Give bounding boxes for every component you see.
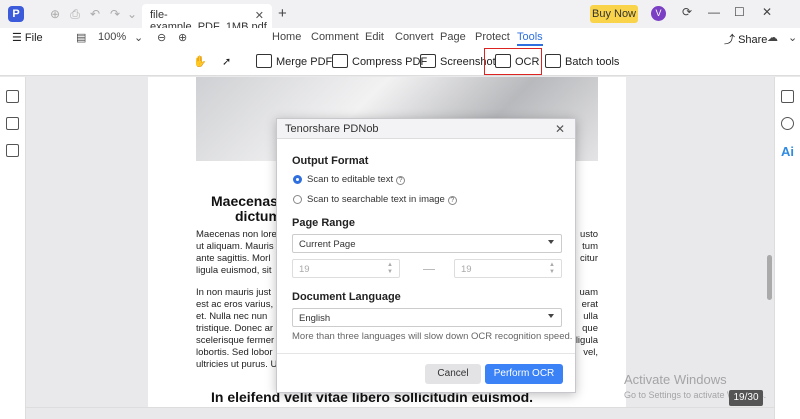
chevron-down-icon <box>548 314 554 318</box>
doc-text-line: lobortis. Sed lobor <box>196 347 273 358</box>
search-icon[interactable] <box>781 117 794 130</box>
radio-searchable-text[interactable] <box>293 195 302 204</box>
avatar[interactable]: V <box>651 6 666 21</box>
zoom-in-icon[interactable]: ⊕ <box>178 31 187 44</box>
radio-editable-text[interactable] <box>293 175 302 184</box>
stepper-icon[interactable]: ▲ ▼ <box>387 262 393 276</box>
comment-icon[interactable] <box>6 144 19 157</box>
doc-text-line: citur <box>580 253 598 264</box>
document-tab[interactable]: file-example_PDF_1MB.pdf ✕ <box>142 4 272 33</box>
tab-home[interactable]: Home <box>272 31 301 43</box>
chevron-down-icon <box>548 240 554 244</box>
file-menu[interactable]: ☰ File <box>12 31 43 44</box>
status-bar <box>26 407 774 419</box>
tab-convert[interactable]: Convert <box>395 31 434 43</box>
doc-heading: Maecenas <box>211 193 278 209</box>
doc-text-line: scelerisque fermer <box>196 335 275 346</box>
activation-watermark: Activate Windows <box>624 372 727 387</box>
ai-icon[interactable]: Ai <box>781 144 794 159</box>
buy-now-button[interactable]: Buy Now <box>590 5 638 23</box>
doc-text-line: est ac eros varius, <box>196 299 274 310</box>
close-icon[interactable]: ✕ <box>255 9 264 22</box>
thumbnail-icon[interactable] <box>6 90 19 103</box>
menu-bar: ☰ File ▤ 100% ⌄ ⊖ ⊕ Home Comment Edit Co… <box>0 28 800 48</box>
tab-edit[interactable]: Edit <box>365 31 384 43</box>
print-icon[interactable]: ⎙ <box>68 7 82 21</box>
right-sidebar: Ai <box>774 77 800 419</box>
zoom-out-icon[interactable]: ⊖ <box>157 31 166 44</box>
app-logo-icon: P <box>8 6 24 22</box>
share-button[interactable]: ⤴ Share <box>724 31 767 47</box>
option-editable-label[interactable]: Scan to editable text? <box>307 174 406 185</box>
properties-icon[interactable] <box>781 90 794 103</box>
close-window-icon[interactable]: ✕ <box>762 5 772 19</box>
compress-pdf-button[interactable]: Compress PDF <box>332 52 427 72</box>
scrollbar[interactable] <box>767 255 772 300</box>
doc-text-line: ultricies ut purus. U <box>196 359 278 370</box>
add-tab-icon[interactable]: + <box>278 5 287 22</box>
perform-ocr-button[interactable]: Perform OCR <box>485 364 563 384</box>
chevron-down-icon[interactable]: ⌄ <box>788 31 797 44</box>
from-page-input[interactable]: 19 ▲ ▼ <box>292 259 400 278</box>
cancel-button[interactable]: Cancel <box>425 364 481 384</box>
tab-protect[interactable]: Protect <box>475 31 510 43</box>
merge-icon <box>256 54 272 68</box>
bookmark-icon[interactable] <box>6 117 19 130</box>
left-sidebar <box>0 77 26 419</box>
maximize-icon[interactable]: ☐ <box>734 5 745 19</box>
chevron-down-icon[interactable]: ⌄ <box>125 7 139 21</box>
page-range-select[interactable]: Current Page <box>292 234 562 253</box>
doc-text-line: In non mauris just <box>196 287 271 298</box>
help-icon[interactable]: ? <box>447 196 457 205</box>
headset-icon[interactable]: ⟳ <box>682 5 692 19</box>
output-format-label: Output Format <box>292 155 369 167</box>
cloud-icon[interactable]: ☁ <box>767 31 778 44</box>
compress-icon <box>332 54 348 68</box>
tab-page[interactable]: Page <box>440 31 466 43</box>
undo-icon[interactable]: ↶ <box>88 7 102 21</box>
zoom-select[interactable]: 100% <box>98 31 126 43</box>
tab-tools[interactable]: Tools <box>517 31 543 46</box>
language-select[interactable]: English <box>292 308 562 327</box>
merge-pdf-button[interactable]: Merge PDF <box>256 52 332 72</box>
close-icon[interactable]: ✕ <box>555 122 565 136</box>
doc-text-line: Maecenas non lore <box>196 229 277 240</box>
doc-text-line: ligula euismod, sit <box>196 265 272 276</box>
screenshot-icon <box>420 54 436 68</box>
language-label: Document Language <box>292 291 401 303</box>
dialog-title: Tenorshare PDNob <box>285 123 379 135</box>
tools-toolbar: ✋ ➚ Merge PDF Compress PDF Screenshot OC… <box>0 48 800 76</box>
dialog-header: Tenorshare PDNob ✕ <box>277 119 575 139</box>
help-icon[interactable]: ? <box>396 176 406 185</box>
ocr-dialog: Tenorshare PDNob ✕ Output Format Scan to… <box>276 118 576 393</box>
batch-icon <box>545 54 561 68</box>
doc-text-line: et. Nulla nec nun <box>196 311 268 322</box>
save-icon[interactable]: ▤ <box>76 31 86 44</box>
hand-tool-icon[interactable]: ✋ <box>193 52 207 72</box>
doc-text-line: usto <box>580 229 598 240</box>
option-searchable-label[interactable]: Scan to searchable text in image? <box>307 194 457 205</box>
ocr-icon <box>495 54 511 68</box>
doc-text-line: tum <box>582 241 598 252</box>
range-separator <box>423 269 435 270</box>
ocr-button[interactable]: OCR <box>495 52 539 72</box>
divider <box>277 353 575 354</box>
new-file-icon[interactable]: ⊕ <box>48 7 62 21</box>
redo-icon[interactable]: ↷ <box>108 7 122 21</box>
page-range-label: Page Range <box>292 217 355 229</box>
minimize-icon[interactable]: — <box>708 5 720 19</box>
batch-tools-button[interactable]: Batch tools <box>545 52 619 72</box>
language-hint: More than three languages will slow down… <box>292 331 573 342</box>
doc-text-line: ut aliquam. Mauris <box>196 241 274 252</box>
tab-comment[interactable]: Comment <box>311 31 359 43</box>
to-page-input[interactable]: 19 ▲ ▼ <box>454 259 562 278</box>
stepper-icon[interactable]: ▲ ▼ <box>549 262 555 276</box>
title-bar: P ⊕ ⎙ ↶ ↷ ⌄ file-example_PDF_1MB.pdf ✕ +… <box>0 0 800 33</box>
page-indicator: 19/30 <box>729 390 763 406</box>
doc-text-line: ante sagittis. Morl <box>196 253 271 264</box>
doc-text-line: tristique. Donec ar <box>196 323 274 334</box>
doc-heading: dictum <box>235 208 281 224</box>
select-tool-icon[interactable]: ➚ <box>222 52 231 72</box>
chevron-down-icon[interactable]: ⌄ <box>134 31 143 44</box>
